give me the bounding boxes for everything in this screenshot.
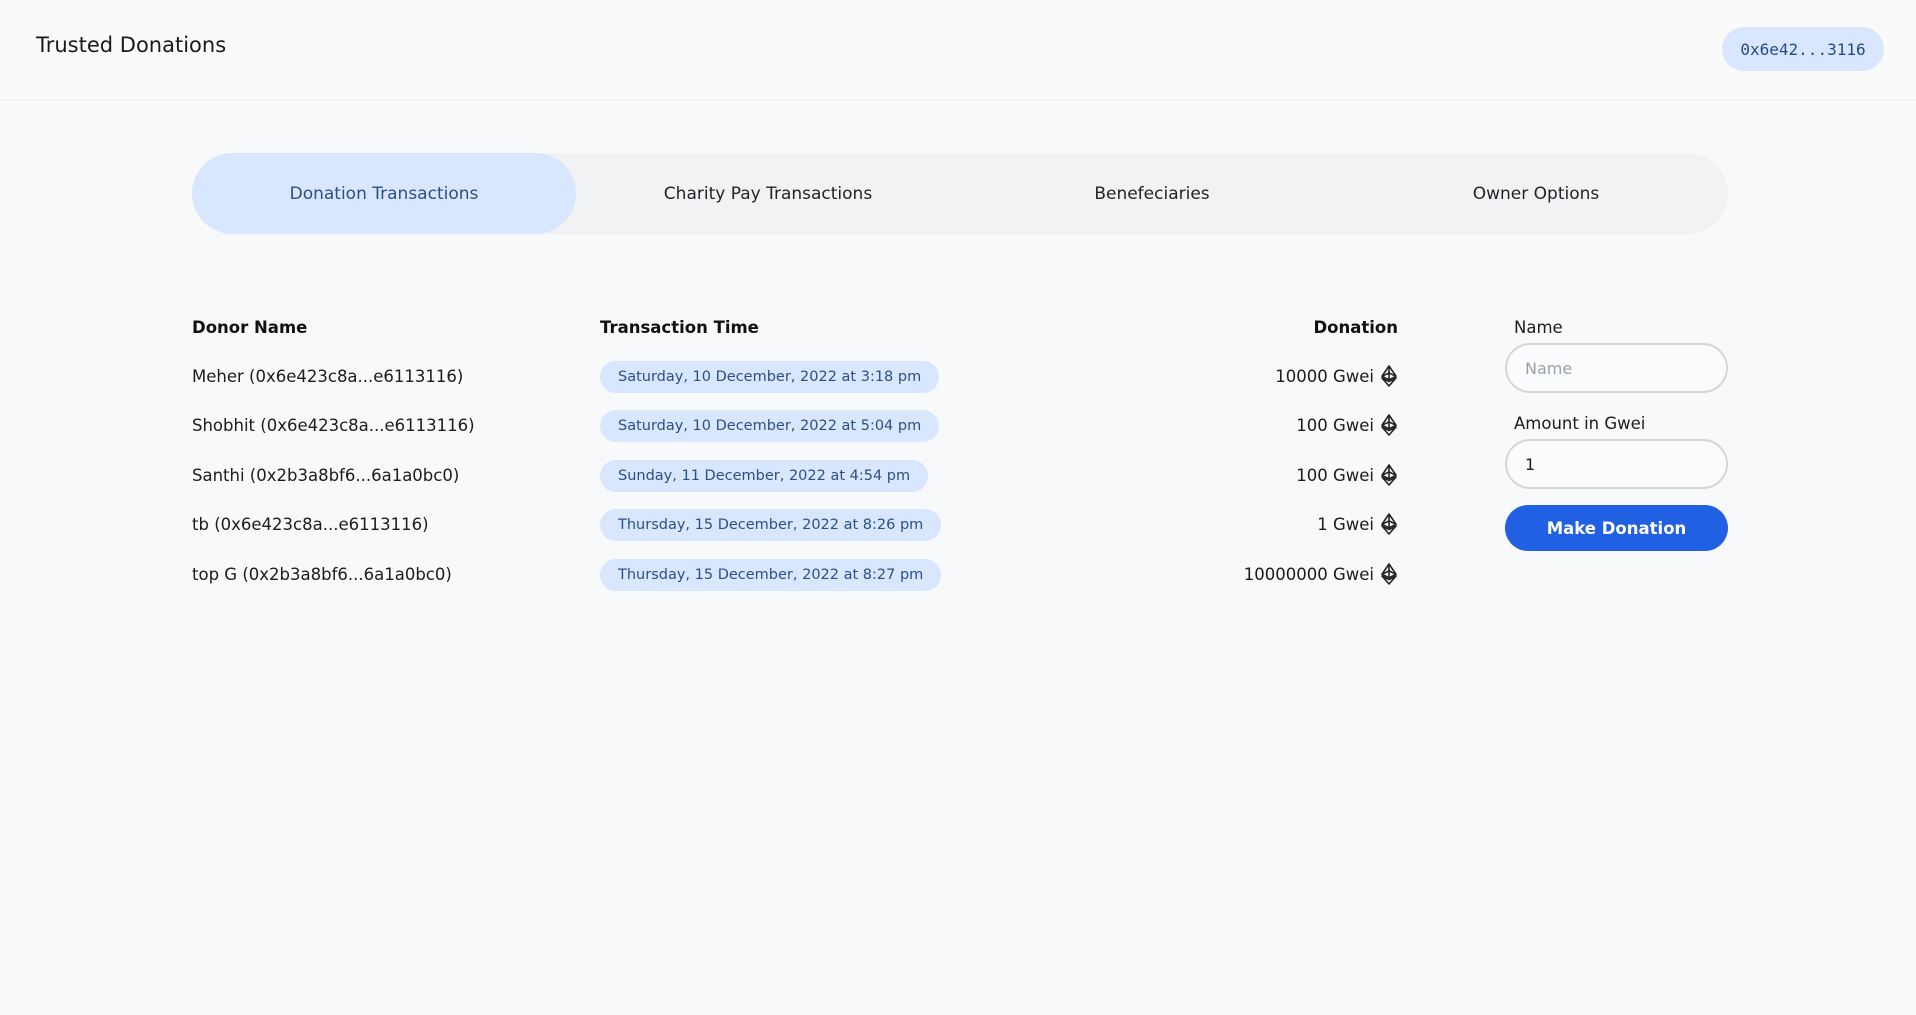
transaction-time-badge: Saturday, 10 December, 2022 at 5:04 pm [600,410,940,442]
donation-amount: 1 Gwei [1317,513,1398,535]
donor-name: Shobhit (0x6e423c8a...e6113116) [192,416,475,435]
ethereum-icon [1380,464,1398,486]
column-header-time: Transaction Time [600,318,759,337]
wallet-address-button[interactable]: 0x6e42...3116 [1722,27,1884,71]
donor-name: top G (0x2b3a8bf6...6a1a0bc0) [192,565,452,584]
donor-name: Meher (0x6e423c8a...e6113116) [192,367,464,386]
tab-beneficiaries[interactable]: Benefeciaries [960,153,1344,234]
amount-input[interactable] [1505,439,1728,489]
ethereum-icon [1380,513,1398,535]
donation-value: 10000000 Gwei [1243,564,1374,584]
transaction-time-badge: Thursday, 15 December, 2022 at 8:26 pm [600,509,942,541]
ethereum-icon [1380,563,1398,585]
transaction-time-badge: Saturday, 10 December, 2022 at 3:18 pm [600,361,940,393]
table-row: top G (0x2b3a8bf6...6a1a0bc0) Thursday, … [192,557,1398,597]
donor-name: Santhi (0x2b3a8bf6...6a1a0bc0) [192,466,460,485]
donor-name: tb (0x6e423c8a...e6113116) [192,515,429,534]
donation-amount: 100 Gwei [1296,414,1398,436]
donation-value: 1 Gwei [1317,514,1374,534]
transaction-time-badge: Sunday, 11 December, 2022 at 4:54 pm [600,460,929,492]
table-row: Shobhit (0x6e423c8a...e6113116) Saturday… [192,408,1398,448]
table-row: Meher (0x6e423c8a...e6113116) Saturday, … [192,359,1398,399]
amount-label: Amount in Gwei [1514,414,1646,433]
donation-value: 100 Gwei [1296,465,1374,485]
app-title: Trusted Donations [36,33,227,57]
app-header: Trusted Donations 0x6e42...3116 [0,0,1916,100]
donation-amount: 100 Gwei [1296,464,1398,486]
name-label: Name [1514,318,1563,337]
make-donation-button[interactable]: Make Donation [1505,505,1728,551]
donation-amount: 10000 Gwei [1275,365,1398,387]
name-input[interactable] [1505,343,1728,393]
tab-charity-pay-transactions[interactable]: Charity Pay Transactions [576,153,960,234]
donation-form: Name Amount in Gwei Make Donation [1505,318,1728,551]
donation-amount: 10000000 Gwei [1244,563,1398,585]
table-row: Santhi (0x2b3a8bf6...6a1a0bc0) Sunday, 1… [192,458,1398,498]
column-header-donor: Donor Name [192,318,308,337]
donation-value: 100 Gwei [1296,415,1374,435]
transaction-time-badge: Thursday, 15 December, 2022 at 8:27 pm [600,559,942,591]
table-row: tb (0x6e423c8a...e6113116) Thursday, 15 … [192,507,1398,547]
donation-value: 10000 Gwei [1275,366,1374,386]
tab-donation-transactions[interactable]: Donation Transactions [192,153,576,234]
ethereum-icon [1380,365,1398,387]
tab-owner-options[interactable]: Owner Options [1344,153,1728,234]
column-header-donation: Donation [1313,318,1398,337]
tab-bar: Donation Transactions Charity Pay Transa… [192,153,1728,234]
ethereum-icon [1380,414,1398,436]
